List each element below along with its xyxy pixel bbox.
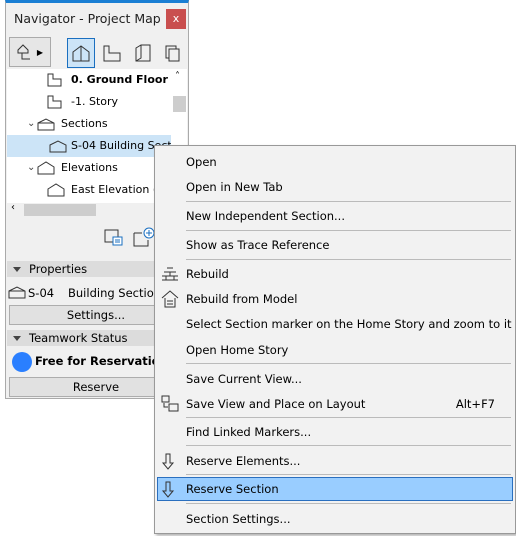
publisher-sets-tab[interactable] [159,38,187,68]
menu-label: Find Linked Markers... [186,425,312,439]
menu-item-show-trace[interactable]: Show as Trace Reference [157,233,513,257]
section-icon [8,286,26,299]
palette-title: Navigator - Project Map [14,11,161,26]
menu-label: Rebuild from Model [186,292,298,306]
menu-label: Reserve Section [186,482,279,496]
status-indicator [12,352,32,372]
menu-item-rebuild[interactable]: Rebuild [157,262,513,286]
separator [186,259,511,260]
tree-item-east-elevation[interactable]: East Elevation (Auto-rebuild Model) [47,179,171,201]
section-folder-icon [37,118,55,131]
publisher-sets-icon [165,45,180,62]
menu-label: Section Settings... [186,512,291,526]
menu-item-select-section-marker[interactable]: Select Section marker on the Home Story … [157,312,513,336]
tree-label: Sections [61,117,108,130]
reserve-arrow-icon [161,481,175,498]
elevation-icon [47,183,65,197]
menu-item-save-view-place-layout[interactable]: Save View and Place on Layout Alt+F7 [157,392,513,416]
menu-item-open-new-tab[interactable]: Open in New Tab [157,175,513,199]
menu-item-rebuild-from-model[interactable]: Rebuild from Model [157,287,513,311]
section-icon [49,140,67,153]
view-map-tab[interactable] [98,38,126,68]
map-tree-icon [17,44,30,60]
settings-list-icon[interactable] [104,228,124,251]
menu-item-new-independent-section[interactable]: New Independent Section... [157,204,513,228]
separator [186,474,511,475]
teamwork-status-text: Free for Reservation [35,354,168,368]
menu-item-section-settings[interactable]: Section Settings... [157,507,513,531]
tree-item-s04[interactable]: S-04 Building Section [7,135,177,157]
separator [186,503,511,504]
menu-item-open[interactable]: Open [157,150,513,174]
separator [186,230,511,231]
separator [186,445,511,446]
rebuild-model-icon [161,290,179,308]
view-mode-button[interactable]: ▶ [9,37,51,67]
menu-label: New Independent Section... [186,209,345,223]
layout-book-icon [135,44,151,62]
rebuild-icon [162,267,178,281]
menu-label: Select Section marker on the Home Story … [186,317,512,331]
reserve-arrow-icon [161,453,175,470]
menu-label: Rebuild [186,267,229,281]
property-id: S-04 [28,286,55,300]
shortcut-label: Alt+F7 [455,397,495,411]
separator [186,201,511,202]
menu-label: Open [186,155,217,169]
menu-label: Reserve Elements... [186,454,301,468]
project-map-icon [72,45,90,62]
story-icon [47,73,62,87]
expand-chevron-icon[interactable]: ⌄ [27,118,35,129]
separator [186,363,511,364]
place-layout-icon [161,395,179,412]
menu-label: Open in New Tab [186,180,283,194]
tree-label: -1. Story [71,95,119,108]
tree-label: 0. Ground Floor [71,73,168,86]
elevation-folder-icon [37,161,55,175]
expand-chevron-icon[interactable]: ⌄ [27,162,35,173]
menu-item-reserve-elements[interactable]: Reserve Elements... [157,449,513,473]
layout-book-tab[interactable] [129,38,157,68]
tree-label: Elevations [61,161,118,174]
menu-item-save-current-view[interactable]: Save Current View... [157,367,513,391]
menu-label: Save Current View... [186,372,302,386]
story-icon [47,95,62,109]
menu-label: Save View and Place on Layout [186,397,366,411]
separator [186,417,511,418]
property-name: Building Section [68,286,162,300]
menu-label: Show as Trace Reference [186,238,330,252]
view-map-icon [103,45,121,62]
close-button[interactable]: x [166,9,186,29]
new-view-icon[interactable] [133,227,155,252]
menu-item-find-linked-markers[interactable]: Find Linked Markers... [157,420,513,444]
menu-item-reserve-section[interactable]: Reserve Section [157,477,513,501]
menu-item-open-home-story[interactable]: Open Home Story [157,338,513,362]
project-map-tab[interactable] [67,38,95,68]
menu-label: Open Home Story [186,343,289,357]
context-menu: Open Open in New Tab New Independent Sec… [154,145,516,534]
